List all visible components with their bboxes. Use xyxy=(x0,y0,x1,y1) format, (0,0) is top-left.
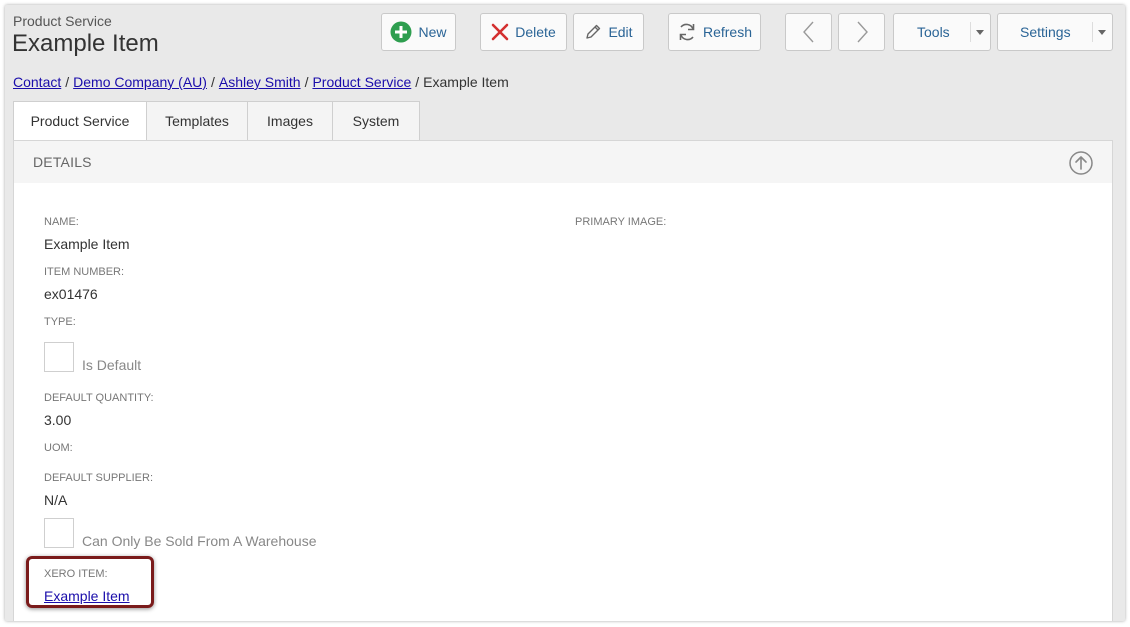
name-value: Example Item xyxy=(44,236,130,252)
xero-item-label: XERO ITEM: xyxy=(44,568,108,580)
previous-button[interactable] xyxy=(785,13,832,51)
pencil-icon xyxy=(586,24,601,39)
details-panel-header[interactable]: DETAILS xyxy=(14,141,1112,183)
collapse-up-icon[interactable] xyxy=(1069,151,1093,175)
details-heading: DETAILS xyxy=(33,154,92,170)
dropdown-divider xyxy=(1092,22,1093,42)
primary-image-label: PRIMARY IMAGE: xyxy=(575,216,667,228)
chevron-right-icon xyxy=(856,21,868,43)
default-quantity-value: 3.00 xyxy=(44,412,72,428)
breadcrumb-current: Example Item xyxy=(423,74,509,90)
tools-dropdown-label: Tools xyxy=(917,24,950,40)
name-label: NAME: xyxy=(44,216,79,228)
settings-dropdown[interactable]: Settings xyxy=(997,13,1113,51)
default-supplier-value: N/A xyxy=(44,492,68,508)
is-default-checkbox[interactable] xyxy=(44,342,74,372)
tab-bar: Product Service Templates Images System xyxy=(13,101,420,141)
details-panel: DETAILS NAME: Example Item PRIMARY IMAGE… xyxy=(13,140,1113,621)
tab-images[interactable]: Images xyxy=(247,101,333,141)
is-default-label: Is Default xyxy=(82,357,142,373)
item-number-value: ex01476 xyxy=(44,286,98,302)
delete-button-label: Delete xyxy=(515,24,556,40)
breadcrumb-separator: / xyxy=(65,74,70,90)
page-title: Example Item xyxy=(12,30,159,57)
default-supplier-label: DEFAULT SUPPLIER: xyxy=(44,472,154,484)
breadcrumb-link-contact[interactable]: Contact xyxy=(13,74,61,90)
plus-circle-icon xyxy=(390,21,412,43)
uom-label: UOM: xyxy=(44,442,73,454)
next-button[interactable] xyxy=(838,13,885,51)
edit-button[interactable]: Edit xyxy=(573,13,644,51)
app-window: Product Service Example Item New Delete … xyxy=(5,5,1125,621)
breadcrumb-separator: / xyxy=(210,74,215,90)
chevron-left-icon xyxy=(802,21,814,43)
delete-button[interactable]: Delete xyxy=(480,13,567,51)
tab-templates[interactable]: Templates xyxy=(146,101,248,141)
page-subtitle: Product Service xyxy=(13,13,112,29)
chevron-down-icon xyxy=(1098,30,1106,35)
refresh-button-label: Refresh xyxy=(702,24,753,40)
breadcrumb-link-product-service[interactable]: Product Service xyxy=(312,74,411,90)
default-quantity-label: DEFAULT QUANTITY: xyxy=(44,392,154,404)
breadcrumb-separator: / xyxy=(304,74,309,90)
warehouse-only-label: Can Only Be Sold From A Warehouse xyxy=(82,533,317,549)
close-icon xyxy=(491,23,509,41)
refresh-button[interactable]: Refresh xyxy=(668,13,761,51)
new-button-label: New xyxy=(418,24,447,40)
chevron-down-icon xyxy=(976,30,984,35)
warehouse-only-checkbox[interactable] xyxy=(44,518,74,548)
breadcrumb-link-company[interactable]: Demo Company (AU) xyxy=(73,74,207,90)
tools-dropdown[interactable]: Tools xyxy=(893,13,991,51)
type-label: TYPE: xyxy=(44,316,76,328)
edit-button-label: Edit xyxy=(608,24,633,40)
item-number-label: ITEM NUMBER: xyxy=(44,266,125,278)
dropdown-divider xyxy=(970,22,971,42)
breadcrumb: Contact / Demo Company (AU) / Ashley Smith / P… xyxy=(13,74,509,90)
tab-system[interactable]: System xyxy=(332,101,420,141)
breadcrumb-separator: / xyxy=(415,74,420,90)
breadcrumb-link-person[interactable]: Ashley Smith xyxy=(219,74,301,90)
tab-product-service[interactable]: Product Service xyxy=(13,101,147,141)
refresh-icon xyxy=(679,23,695,41)
settings-dropdown-label: Settings xyxy=(1020,24,1071,40)
new-button[interactable]: New xyxy=(381,13,456,51)
xero-item-link[interactable]: Example Item xyxy=(44,588,130,604)
